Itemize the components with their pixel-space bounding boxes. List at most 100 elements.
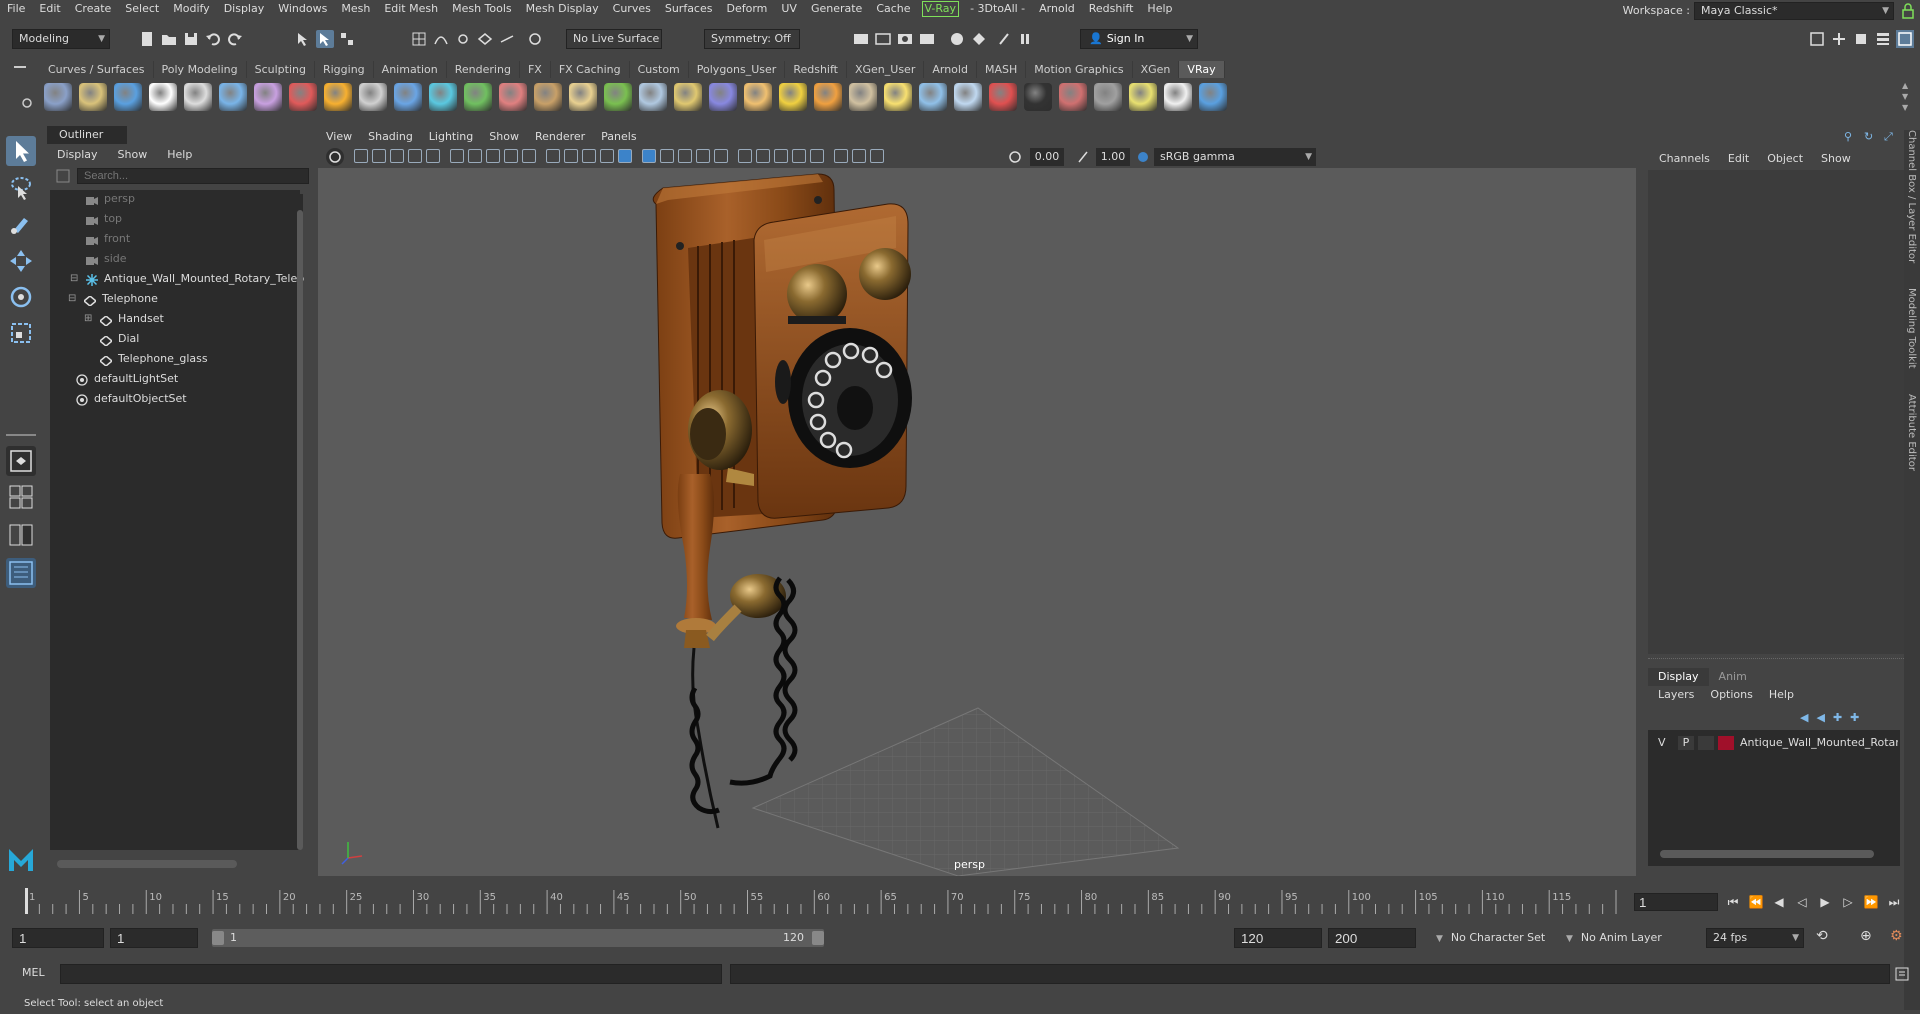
vray-shelf-tool-15-icon[interactable]: [534, 83, 562, 111]
shadows-icon[interactable]: [678, 149, 692, 163]
mode-select[interactable]: Modeling ▼: [12, 29, 110, 49]
outliner-layout-icon[interactable]: [6, 558, 36, 588]
pin-icon[interactable]: ⚲: [1844, 130, 1852, 143]
vray-shelf-tool-18-icon[interactable]: [639, 83, 667, 111]
grease-pencil-icon[interactable]: [450, 149, 464, 163]
menu-surfaces[interactable]: Surfaces: [658, 0, 720, 18]
symmetry-field[interactable]: Symmetry: Off: [704, 29, 800, 49]
tools-settings-icon[interactable]: [1830, 30, 1848, 48]
loop-icon[interactable]: ⟲: [1816, 928, 1836, 948]
shelf-tab-poly-modeling[interactable]: Poly Modeling: [154, 60, 247, 78]
step-back-frame-icon[interactable]: ◀: [1770, 893, 1788, 911]
channelbox-menu-object[interactable]: Object: [1758, 150, 1812, 168]
lock-camera-icon[interactable]: [372, 149, 386, 163]
layer-menu-options[interactable]: Options: [1702, 686, 1760, 704]
vray-shelf-tool-14-icon[interactable]: [499, 83, 527, 111]
viewport-menu-lighting[interactable]: Lighting: [421, 128, 481, 146]
wireframe-icon[interactable]: [600, 149, 614, 163]
vray-shelf-tool-32-icon[interactable]: [1129, 83, 1157, 111]
outliner-menu-display[interactable]: Display: [47, 146, 108, 164]
menu-display[interactable]: Display: [217, 0, 272, 18]
shelf-tab-animation[interactable]: Animation: [374, 60, 447, 78]
film-gate-icon[interactable]: [486, 149, 500, 163]
xray-components-icon[interactable]: [834, 149, 848, 163]
grid-icon[interactable]: [468, 149, 482, 163]
anti-alias-icon[interactable]: [738, 149, 752, 163]
playback-end-field[interactable]: [1234, 928, 1322, 948]
outliner-item[interactable]: defaultLightSet: [76, 370, 178, 388]
current-time-marker[interactable]: [25, 888, 28, 914]
gamma-field[interactable]: 1.00: [1096, 148, 1130, 166]
menu-cache[interactable]: Cache: [869, 0, 917, 18]
vray-shelf-tool-29-icon[interactable]: [1024, 83, 1052, 111]
vray-shelf-tool-12-icon[interactable]: [429, 83, 457, 111]
shelf-tab-fx[interactable]: FX: [520, 60, 551, 78]
viewport-menu-panels[interactable]: Panels: [593, 128, 644, 146]
safe-action-icon[interactable]: [564, 149, 578, 163]
vray-shelf-tool-28-icon[interactable]: [989, 83, 1017, 111]
backface-culling-icon[interactable]: [852, 149, 866, 163]
outliner-item[interactable]: ⊟ Antique_Wall_Mounted_Rotary_Telep: [70, 270, 304, 288]
layer-row[interactable]: V P Antique_Wall_Mounted_Rotar: [1648, 734, 1900, 752]
resolution-gate-icon[interactable]: [504, 149, 518, 163]
rotate-tool-icon[interactable]: [6, 282, 36, 312]
character-set-select[interactable]: ▼ No Character Set: [1436, 928, 1566, 948]
layer-menu-layers[interactable]: Layers: [1650, 686, 1702, 704]
attribute-editor-icon[interactable]: [1896, 30, 1914, 48]
outliner-item[interactable]: defaultObjectSet: [76, 390, 187, 408]
lasso-tool-icon[interactable]: [6, 172, 36, 202]
shelf-tab-rendering[interactable]: Rendering: [447, 60, 520, 78]
use-lights-icon[interactable]: [660, 149, 674, 163]
depth-of-field-icon[interactable]: [756, 149, 770, 163]
open-scene-icon[interactable]: [160, 30, 178, 48]
shelf-tab-xgen-user[interactable]: XGen_User: [847, 60, 925, 78]
vray-shelf-tool-22-icon[interactable]: [779, 83, 807, 111]
layer-menu-help[interactable]: Help: [1761, 686, 1802, 704]
viewport-menu-view[interactable]: View: [318, 128, 360, 146]
step-forward-key-icon[interactable]: ⏩: [1862, 893, 1880, 911]
outliner-item[interactable]: Telephone_glass: [98, 350, 208, 368]
outliner-search-input[interactable]: [77, 168, 309, 184]
expand-toggle-icon[interactable]: ⊞: [84, 310, 92, 328]
menu-file[interactable]: File: [0, 0, 32, 18]
render-view-icon[interactable]: [852, 30, 870, 48]
menu-help[interactable]: Help: [1140, 0, 1179, 18]
snap-point-icon[interactable]: [454, 30, 472, 48]
range-slider[interactable]: 1 120: [212, 929, 824, 947]
paint-select-tool-icon[interactable]: [6, 208, 36, 238]
outliner-item[interactable]: ⊟ Telephone: [68, 290, 158, 308]
outliner-item[interactable]: Dial: [98, 330, 139, 348]
vray-shelf-tool-34-icon[interactable]: [1199, 83, 1227, 111]
shelf-tab-vray[interactable]: VRay: [1179, 60, 1225, 78]
layer-type-toggle[interactable]: [1698, 736, 1714, 750]
outliner-item[interactable]: front: [86, 230, 130, 248]
ipr-render-icon[interactable]: [896, 30, 914, 48]
layout-icon[interactable]: [1808, 30, 1826, 48]
playback-start-field[interactable]: [110, 928, 198, 948]
select-tool-icon[interactable]: [6, 136, 36, 166]
shelf-tab-mash[interactable]: MASH: [977, 60, 1027, 78]
expand-toggle-icon[interactable]: ⊟: [68, 290, 76, 308]
vray-shelf-tool-16-icon[interactable]: [569, 83, 597, 111]
undo-icon[interactable]: [204, 30, 222, 48]
image-plane-icon[interactable]: [408, 149, 422, 163]
workspace-select[interactable]: Maya Classic* ▼: [1694, 2, 1894, 20]
layer-color-swatch[interactable]: [1718, 736, 1734, 750]
viewport-menu-show[interactable]: Show: [481, 128, 527, 146]
vray-shelf-tool-19-icon[interactable]: [674, 83, 702, 111]
layer-visibility-toggle[interactable]: V: [1658, 734, 1666, 752]
menu-modify[interactable]: Modify: [166, 0, 216, 18]
layer-playback-toggle[interactable]: P: [1678, 736, 1694, 750]
menu-edit-mesh[interactable]: Edit Mesh: [377, 0, 445, 18]
menu-create[interactable]: Create: [68, 0, 119, 18]
menu-windows[interactable]: Windows: [271, 0, 334, 18]
menu-generate[interactable]: Generate: [804, 0, 869, 18]
xray-active-icon[interactable]: [870, 149, 884, 163]
vray-shelf-tool-27-icon[interactable]: [954, 83, 982, 111]
shelf-tab-polygons-user[interactable]: Polygons_User: [689, 60, 786, 78]
vray-shelf-tool-17-icon[interactable]: [604, 83, 632, 111]
play-backward-icon[interactable]: ◁: [1793, 893, 1811, 911]
new-layer-icon[interactable]: ✚: [1833, 711, 1842, 724]
move-layer-up-icon[interactable]: ◀: [1800, 711, 1808, 724]
vray-render-icon[interactable]: [948, 30, 966, 48]
